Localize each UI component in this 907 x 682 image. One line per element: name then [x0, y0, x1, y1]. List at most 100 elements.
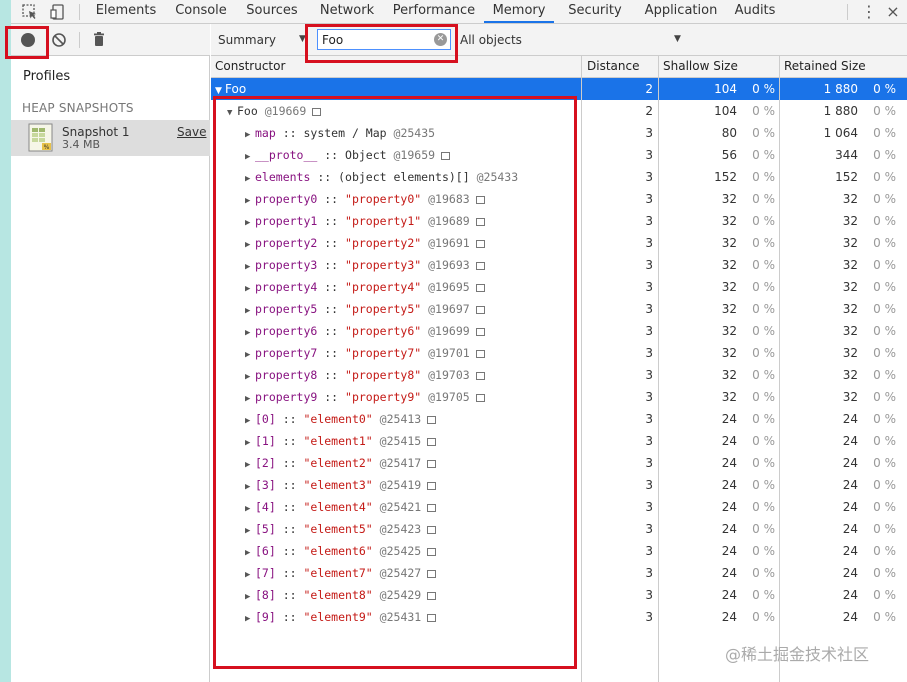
toolbar-separator [79, 32, 80, 48]
distance-cell: 3 [645, 500, 653, 514]
shallow-size-cell: 152 [714, 170, 737, 184]
tab-security[interactable]: Security [567, 0, 623, 23]
trash-icon[interactable] [91, 31, 107, 47]
shallow-size-percent: 0 % [752, 500, 775, 514]
retained-size-cell: 32 [842, 302, 858, 316]
retained-size-percent: 0 % [873, 280, 896, 294]
distance-cell: 3 [645, 390, 653, 404]
distance-cell: 3 [645, 566, 653, 580]
shallow-size-cell: 32 [721, 368, 737, 382]
retained-size-cell: 24 [842, 588, 858, 602]
retained-size-cell: 32 [842, 258, 858, 272]
distance-cell: 3 [645, 522, 653, 536]
retained-size-cell: 24 [842, 610, 858, 624]
shallow-size-percent: 0 % [752, 126, 775, 140]
retained-size-percent: 0 % [873, 434, 896, 448]
shallow-size-cell: 32 [721, 390, 737, 404]
shallow-size-cell: 24 [721, 456, 737, 470]
tab-sources[interactable]: Sources [244, 0, 300, 23]
shallow-size-percent: 0 % [752, 192, 775, 206]
shallow-size-percent: 0 % [752, 368, 775, 382]
shallow-size-cell: 24 [721, 412, 737, 426]
retained-size-cell: 32 [842, 324, 858, 338]
distance-cell: 3 [645, 434, 653, 448]
shallow-size-percent: 0 % [752, 522, 775, 536]
distance-cell: 3 [645, 126, 653, 140]
retained-size-cell: 24 [842, 434, 858, 448]
distance-cell: 3 [645, 148, 653, 162]
snapshot-name: Snapshot 1 [62, 125, 130, 139]
retained-size-percent: 0 % [873, 588, 896, 602]
distance-cell: 3 [645, 368, 653, 382]
objects-dropdown-arrow-icon[interactable]: ▼ [674, 34, 681, 44]
shallow-size-cell: 32 [721, 324, 737, 338]
distance-cell: 3 [645, 302, 653, 316]
shallow-size-percent: 0 % [752, 82, 775, 96]
clear-all-icon[interactable] [51, 32, 67, 48]
shallow-size-cell: 32 [721, 236, 737, 250]
device-toolbar-icon[interactable] [49, 3, 67, 21]
distance-cell: 3 [645, 258, 653, 272]
save-snapshot-link[interactable]: Save [177, 125, 206, 139]
shallow-size-percent: 0 % [752, 588, 775, 602]
shallow-size-cell: 32 [721, 258, 737, 272]
tab-separator [79, 4, 80, 20]
tab-application[interactable]: Application [639, 0, 723, 23]
shallow-size-cell: 104 [714, 82, 737, 96]
column-header-retained-size[interactable]: Retained Size [784, 59, 866, 73]
profiles-title: Profiles [23, 69, 71, 84]
retained-size-cell: 24 [842, 478, 858, 492]
shallow-size-cell: 104 [714, 104, 737, 118]
shallow-size-cell: 24 [721, 610, 737, 624]
distance-cell: 3 [645, 324, 653, 338]
snapshot-list-item[interactable]: % Snapshot 1 3.4 MB Save [11, 120, 210, 156]
retained-size-cell: 24 [842, 456, 858, 470]
tab-performance[interactable]: Performance [392, 0, 476, 23]
retained-size-percent: 0 % [873, 192, 896, 206]
shallow-size-cell: 24 [721, 478, 737, 492]
column-header-distance[interactable]: Distance [587, 59, 639, 73]
shallow-size-percent: 0 % [752, 148, 775, 162]
column-header-constructor[interactable]: Constructor [215, 59, 285, 73]
tab-elements[interactable]: Elements [95, 0, 157, 23]
column-divider [581, 56, 582, 682]
retainers-highlight [213, 96, 577, 669]
column-divider [658, 56, 659, 682]
view-select[interactable]: Summary [218, 33, 276, 47]
tab-memory[interactable]: Memory [484, 0, 554, 23]
shallow-size-percent: 0 % [752, 566, 775, 580]
more-options-icon[interactable]: ⋮ [859, 2, 879, 22]
retained-size-percent: 0 % [873, 346, 896, 360]
retained-size-percent: 0 % [873, 610, 896, 624]
retained-size-percent: 0 % [873, 566, 896, 580]
distance-cell: 3 [645, 544, 653, 558]
retained-size-cell: 24 [842, 566, 858, 580]
retained-size-percent: 0 % [873, 456, 896, 470]
close-icon[interactable]: × [883, 2, 903, 22]
shallow-size-cell: 24 [721, 434, 737, 448]
tab-console[interactable]: Console [173, 0, 229, 23]
column-header-shallow-size[interactable]: Shallow Size [663, 59, 738, 73]
tab-separator [847, 4, 848, 20]
retained-size-percent: 0 % [873, 500, 896, 514]
shallow-size-cell: 24 [721, 588, 737, 602]
retained-size-percent: 0 % [873, 126, 896, 140]
heap-snapshots-heading: HEAP SNAPSHOTS [22, 101, 134, 115]
shallow-size-percent: 0 % [752, 610, 775, 624]
objects-select[interactable]: All objects [460, 33, 522, 47]
retained-size-cell: 24 [842, 522, 858, 536]
shallow-size-cell: 56 [721, 148, 737, 162]
tab-network[interactable]: Network [316, 0, 378, 23]
distance-cell: 3 [645, 214, 653, 228]
shallow-size-cell: 32 [721, 280, 737, 294]
snapshot-size: 3.4 MB [62, 138, 101, 151]
shallow-size-percent: 0 % [752, 170, 775, 184]
tab-audits[interactable]: Audits [730, 0, 780, 23]
retained-size-cell: 32 [842, 390, 858, 404]
inspect-element-icon[interactable] [21, 3, 39, 21]
shallow-size-cell: 24 [721, 566, 737, 580]
retained-size-cell: 32 [842, 280, 858, 294]
retained-size-cell: 24 [842, 544, 858, 558]
expanded-triangle-icon[interactable]: ▼ [215, 86, 225, 96]
filter-highlight [305, 24, 458, 63]
